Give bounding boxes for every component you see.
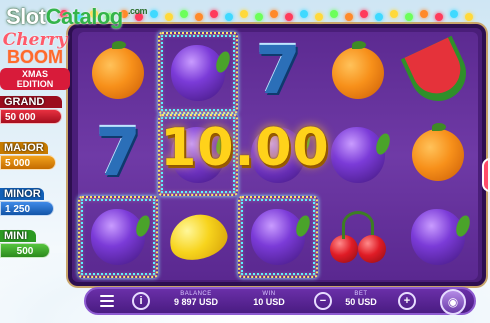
reel-cell — [398, 114, 478, 196]
plum-symbol — [91, 209, 145, 265]
minus-icon[interactable]: − — [314, 292, 332, 310]
light-bulb — [330, 10, 338, 18]
light-bulb — [450, 10, 458, 18]
light-bulb — [420, 10, 428, 18]
light-bulb — [300, 10, 308, 18]
reel-cell — [398, 196, 478, 278]
reel-cell — [78, 32, 158, 114]
light-bulb — [435, 13, 443, 21]
watermelon-symbol — [400, 35, 476, 111]
reel-cell — [78, 196, 158, 278]
menu-icon[interactable] — [100, 295, 114, 307]
jackpot-grand-title: GRAND — [0, 96, 62, 108]
watermark-logo: SlotCatalog .com — [6, 4, 148, 29]
light-bulb — [225, 13, 233, 21]
seven-symbol: 7 — [255, 32, 301, 109]
coins-icon: ◉ — [447, 295, 459, 309]
jackpot-major-value: 5 000 — [0, 155, 56, 170]
reel-cell — [398, 32, 478, 114]
info-icon[interactable]: i — [132, 292, 150, 310]
light-bulb — [465, 13, 473, 21]
light-bulb — [255, 13, 263, 21]
reel-cell — [238, 196, 318, 278]
win-value: 10 USD — [253, 297, 285, 307]
lemon-symbol — [164, 208, 232, 266]
light-bulb — [270, 10, 278, 18]
light-bulb — [375, 13, 383, 21]
reel-cell — [158, 32, 238, 114]
plus-icon[interactable]: + — [398, 292, 416, 310]
light-bulb — [195, 13, 203, 21]
bet-value: 50 USD — [345, 297, 377, 307]
reel-cell — [318, 196, 398, 278]
jackpot-mini-title: MINI — [0, 230, 36, 242]
light-bulb — [165, 13, 173, 21]
plum-symbol — [251, 209, 305, 265]
light-bulb — [285, 13, 293, 21]
balance-display: BALANCE 9 897 USD — [166, 291, 226, 307]
coins-button[interactable]: ◉ — [440, 289, 466, 315]
win-display: WIN 10 USD — [244, 291, 294, 307]
jackpot-minor-title: MINOR — [0, 188, 44, 200]
reel-cell: 7 — [238, 32, 318, 114]
reel-cell — [158, 196, 238, 278]
jackpot-major-title: MAJOR — [0, 142, 48, 154]
orange-symbol — [92, 41, 144, 99]
light-bulb — [315, 13, 323, 21]
cherry-symbol — [328, 209, 388, 265]
light-bulb — [360, 10, 368, 18]
bet-display: BET 50 USD — [336, 291, 386, 307]
jackpot-grand-value: 50 000 — [0, 109, 62, 124]
orange-symbol — [332, 41, 384, 99]
jackpot-minor: MINOR 1 250 — [0, 188, 54, 216]
jackpot-grand: GRAND 50 000 — [0, 96, 62, 124]
christmas-lights — [60, 10, 490, 21]
win-amount-display: 10.00 — [160, 118, 330, 178]
bottom-bar: i BALANCE 9 897 USD WIN 10 USD − BET 50 … — [84, 287, 476, 315]
game-logo: Cherry BOOM XMAS EDITION — [0, 30, 70, 92]
light-bulb — [345, 13, 353, 21]
light-bulb — [150, 10, 158, 18]
light-bulb — [390, 10, 398, 18]
light-bulb — [210, 10, 218, 18]
jackpot-major: MAJOR 5 000 — [0, 142, 56, 170]
jackpot-mini: MINI 500 — [0, 230, 50, 258]
side-menu-tab[interactable] — [482, 158, 490, 192]
reel-cell — [318, 32, 398, 114]
balance-value: 9 897 USD — [173, 297, 219, 307]
orange-symbol — [412, 123, 464, 181]
light-bulb — [180, 10, 188, 18]
light-bulb — [405, 13, 413, 21]
plum-symbol — [171, 45, 225, 101]
jackpot-mini-value: 500 — [0, 243, 50, 258]
jackpot-minor-value: 1 250 — [0, 201, 54, 216]
plum-symbol — [411, 209, 465, 265]
light-bulb — [240, 10, 248, 18]
